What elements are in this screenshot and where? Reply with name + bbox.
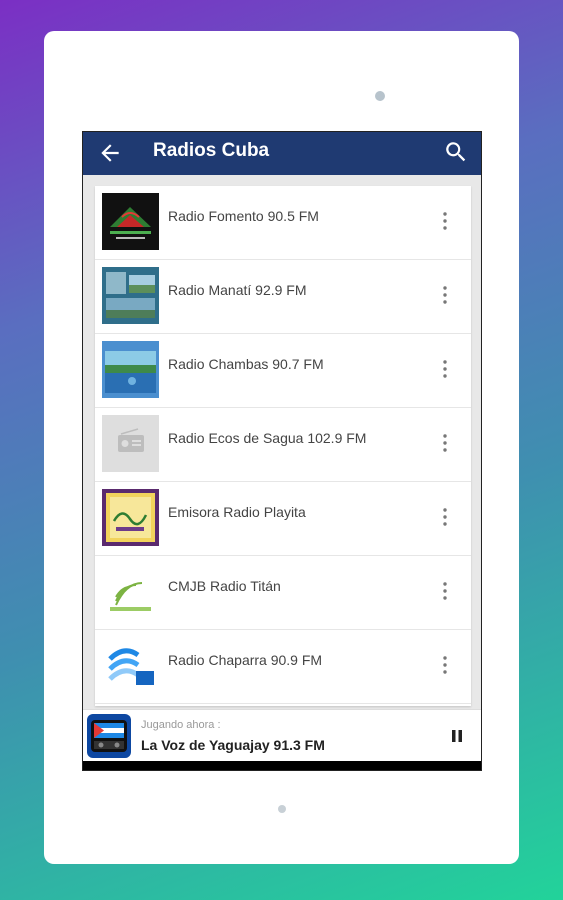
- station-list: Radio Fomento 90.5 FM Radio Manatí 92.9 …: [95, 186, 471, 706]
- cuba-radio-icon: [87, 714, 131, 758]
- now-playing-bar[interactable]: Jugando ahora : La Voz de Yaguajay 91.3 …: [83, 709, 481, 761]
- camera-dot: [375, 91, 385, 101]
- now-playing-station: La Voz de Yaguajay 91.3 FM: [141, 737, 325, 753]
- more-vert-icon[interactable]: [438, 506, 452, 528]
- home-dot: [278, 805, 286, 813]
- more-vert-icon[interactable]: [438, 432, 452, 454]
- more-vert-icon[interactable]: [438, 358, 452, 380]
- station-logo: [102, 489, 159, 546]
- station-name: Radio Chambas 90.7 FM: [168, 356, 324, 372]
- station-logo: [102, 193, 159, 250]
- more-vert-icon[interactable]: [438, 654, 452, 676]
- list-item[interactable]: Radio Chaparra 90.9 FM: [95, 630, 471, 704]
- more-vert-icon[interactable]: [438, 210, 452, 232]
- station-name: CMJB Radio Titán: [168, 578, 281, 594]
- station-logo: [102, 563, 159, 620]
- station-logo: [102, 267, 159, 324]
- more-vert-icon[interactable]: [438, 284, 452, 306]
- app-screen: Radios Cuba Radio Fomento 90.5 FM Radio …: [82, 131, 482, 771]
- station-name: Radio Fomento 90.5 FM: [168, 208, 319, 224]
- list-item[interactable]: CMJB Radio Titán: [95, 556, 471, 630]
- search-icon[interactable]: [443, 139, 469, 165]
- app-bar: Radios Cuba: [83, 132, 481, 175]
- arrow-back-icon[interactable]: [97, 140, 123, 166]
- station-name: Radio Chaparra 90.9 FM: [168, 652, 323, 668]
- list-item[interactable]: Radio Manatí 92.9 FM: [95, 260, 471, 334]
- list-item[interactable]: Radio Chambas 90.7 FM: [95, 334, 471, 408]
- page-title: Radios Cuba: [153, 140, 270, 161]
- bottom-bar: [83, 761, 481, 770]
- more-vert-icon[interactable]: [438, 580, 452, 602]
- pause-icon[interactable]: [450, 729, 464, 743]
- station-name: Radio Manatí 92.9 FM: [168, 282, 307, 298]
- radio-placeholder-icon: [102, 415, 159, 472]
- station-logo: [102, 341, 159, 398]
- station-name: Emisora Radio Playita: [168, 504, 306, 520]
- station-name: Radio Ecos de Sagua 102.9 FM: [168, 430, 367, 446]
- station-logo: [102, 637, 159, 694]
- now-playing-caption: Jugando ahora :: [141, 719, 221, 731]
- list-item[interactable]: Radio Ecos de Sagua 102.9 FM: [95, 408, 471, 482]
- list-item[interactable]: Radio Fomento 90.5 FM: [95, 186, 471, 260]
- list-item[interactable]: Emisora Radio Playita: [95, 482, 471, 556]
